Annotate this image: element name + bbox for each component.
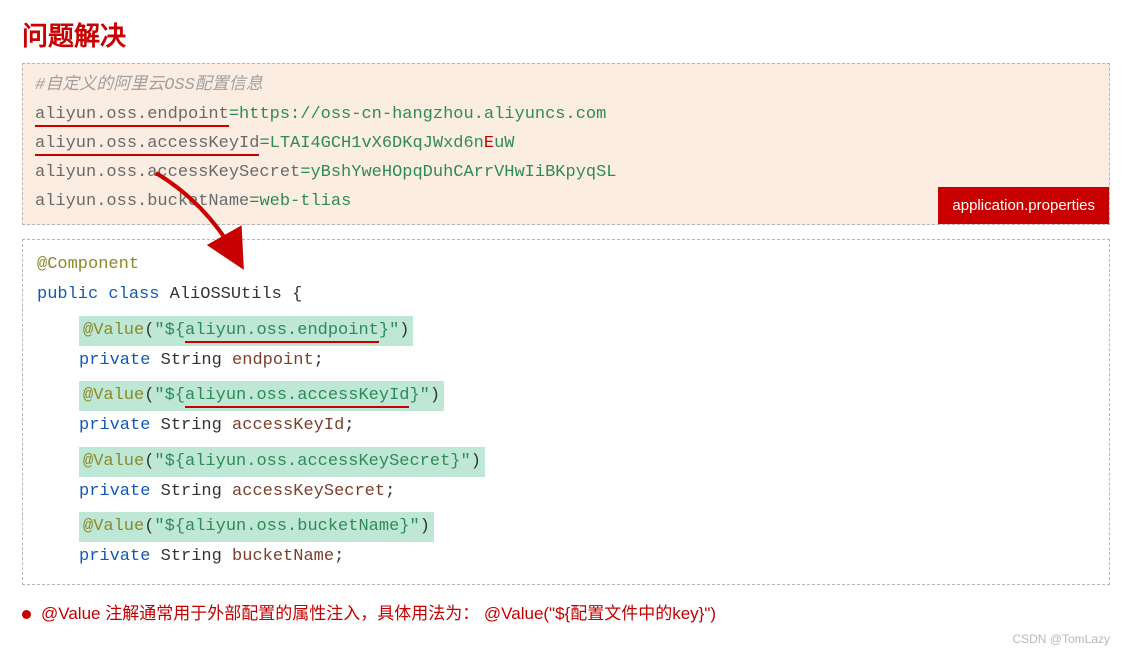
props-val-ak-a: =LTAI4GCH1vX6DKqJWxd6n bbox=[259, 134, 483, 153]
annotation-value: @Value bbox=[83, 321, 144, 340]
field-bucket: bucketName bbox=[232, 547, 334, 566]
line-field-ak: private String accessKeyId; bbox=[37, 411, 1095, 441]
line-value-ak: @Value("${aliyun.oss.accessKeyId}") bbox=[37, 381, 1095, 411]
value-key-bucket: aliyun.oss.bucketName bbox=[185, 517, 399, 536]
type-string: String bbox=[161, 351, 222, 370]
line-classdecl: public class AliOSSUtils { bbox=[37, 280, 1095, 310]
annotation-value: @Value bbox=[83, 452, 144, 471]
kw-private: private bbox=[79, 547, 150, 566]
kw-private: private bbox=[79, 351, 150, 370]
quote: " bbox=[389, 321, 399, 340]
dollar-open: ${ bbox=[165, 517, 185, 536]
dollar-close: } bbox=[409, 386, 419, 405]
props-key-secret: aliyun.oss.accessKeySecret bbox=[35, 163, 300, 182]
quote: " bbox=[409, 517, 419, 536]
annotation-value: @Value bbox=[83, 386, 144, 405]
properties-code-box: #自定义的阿里云OSS配置信息 aliyun.oss.endpoint=http… bbox=[22, 63, 1110, 225]
props-key-ak: aliyun.oss.accessKeyId bbox=[35, 134, 259, 156]
type-string: String bbox=[161, 482, 222, 501]
line-value-endpoint: @Value("${aliyun.oss.endpoint}") bbox=[37, 316, 1095, 346]
quote: " bbox=[154, 452, 164, 471]
paren: ) bbox=[399, 321, 409, 340]
page-title: 问题解决 bbox=[22, 16, 1110, 53]
field-ak: accessKeyId bbox=[232, 416, 344, 435]
type-string: String bbox=[161, 416, 222, 435]
kw-class: class bbox=[108, 285, 159, 304]
annotation-component: @Component bbox=[37, 255, 139, 274]
props-key-bucket: aliyun.oss.bucketName bbox=[35, 192, 249, 211]
paren: ) bbox=[430, 386, 440, 405]
paren: ( bbox=[144, 321, 154, 340]
dollar-open: ${ bbox=[165, 321, 185, 340]
value-key-endpoint: aliyun.oss.endpoint bbox=[185, 321, 379, 343]
dollar-open: ${ bbox=[165, 452, 185, 471]
kw-public: public bbox=[37, 285, 98, 304]
props-line-secret: aliyun.oss.accessKeySecret=yBshYweHOpqDu… bbox=[35, 159, 1097, 188]
semicolon: ; bbox=[334, 547, 344, 566]
props-line-endpoint: aliyun.oss.endpoint=https://oss-cn-hangz… bbox=[35, 101, 1097, 130]
paren: ) bbox=[471, 452, 481, 471]
line-component: @Component bbox=[37, 250, 1095, 280]
annotation-value: @Value bbox=[83, 517, 144, 536]
class-name: AliOSSUtils bbox=[170, 285, 282, 304]
line-field-secret: private String accessKeySecret; bbox=[37, 477, 1095, 507]
quote: " bbox=[154, 386, 164, 405]
semicolon: ; bbox=[344, 416, 354, 435]
quote: " bbox=[154, 517, 164, 536]
dollar-close: } bbox=[399, 517, 409, 536]
quote: " bbox=[420, 386, 430, 405]
field-endpoint: endpoint bbox=[232, 351, 314, 370]
line-field-endpoint: private String endpoint; bbox=[37, 346, 1095, 376]
dollar-open: ${ bbox=[165, 386, 185, 405]
line-value-bucket: @Value("${aliyun.oss.bucketName}") bbox=[37, 512, 1095, 542]
kw-private: private bbox=[79, 482, 150, 501]
quote: " bbox=[154, 321, 164, 340]
quote: " bbox=[460, 452, 470, 471]
filename-badge: application.properties bbox=[938, 187, 1109, 225]
brace-open: { bbox=[292, 285, 302, 304]
text-cursor: E bbox=[484, 134, 494, 153]
dollar-close: } bbox=[379, 321, 389, 340]
explanation-text: @Value 注解通常用于外部配置的属性注入，具体用法为： @Value("${… bbox=[41, 604, 716, 623]
explanation-bullet: @Value 注解通常用于外部配置的属性注入，具体用法为： @Value("${… bbox=[22, 599, 1110, 624]
value-key-ak: aliyun.oss.accessKeyId bbox=[185, 386, 409, 408]
props-val-bucket: =web-tlias bbox=[249, 192, 351, 211]
props-val-secret: =yBshYweHOpqDuhCArrVHwIiBKpyqSL bbox=[300, 163, 616, 182]
paren: ( bbox=[144, 386, 154, 405]
props-comment: #自定义的阿里云OSS配置信息 bbox=[35, 72, 1097, 101]
props-key-endpoint: aliyun.oss.endpoint bbox=[35, 105, 229, 127]
type-string: String bbox=[161, 547, 222, 566]
line-value-secret: @Value("${aliyun.oss.accessKeySecret}") bbox=[37, 447, 1095, 477]
bullet-icon bbox=[22, 610, 31, 619]
java-code-box: @Component public class AliOSSUtils { @V… bbox=[22, 239, 1110, 585]
paren: ( bbox=[144, 452, 154, 471]
watermark-footer: CSDN @TomLazy bbox=[22, 632, 1110, 646]
props-val-ak-c: uW bbox=[494, 134, 514, 153]
dollar-close: } bbox=[450, 452, 460, 471]
semicolon: ; bbox=[385, 482, 395, 501]
kw-private: private bbox=[79, 416, 150, 435]
value-key-secret: aliyun.oss.accessKeySecret bbox=[185, 452, 450, 471]
field-secret: accessKeySecret bbox=[232, 482, 385, 501]
props-val-endpoint: =https://oss-cn-hangzhou.aliyuncs.com bbox=[229, 105, 606, 124]
line-field-bucket: private String bucketName; bbox=[37, 542, 1095, 572]
semicolon: ; bbox=[314, 351, 324, 370]
paren: ( bbox=[144, 517, 154, 536]
paren: ) bbox=[420, 517, 430, 536]
props-line-accesskeyid: aliyun.oss.accessKeyId=LTAI4GCH1vX6DKqJW… bbox=[35, 130, 1097, 159]
